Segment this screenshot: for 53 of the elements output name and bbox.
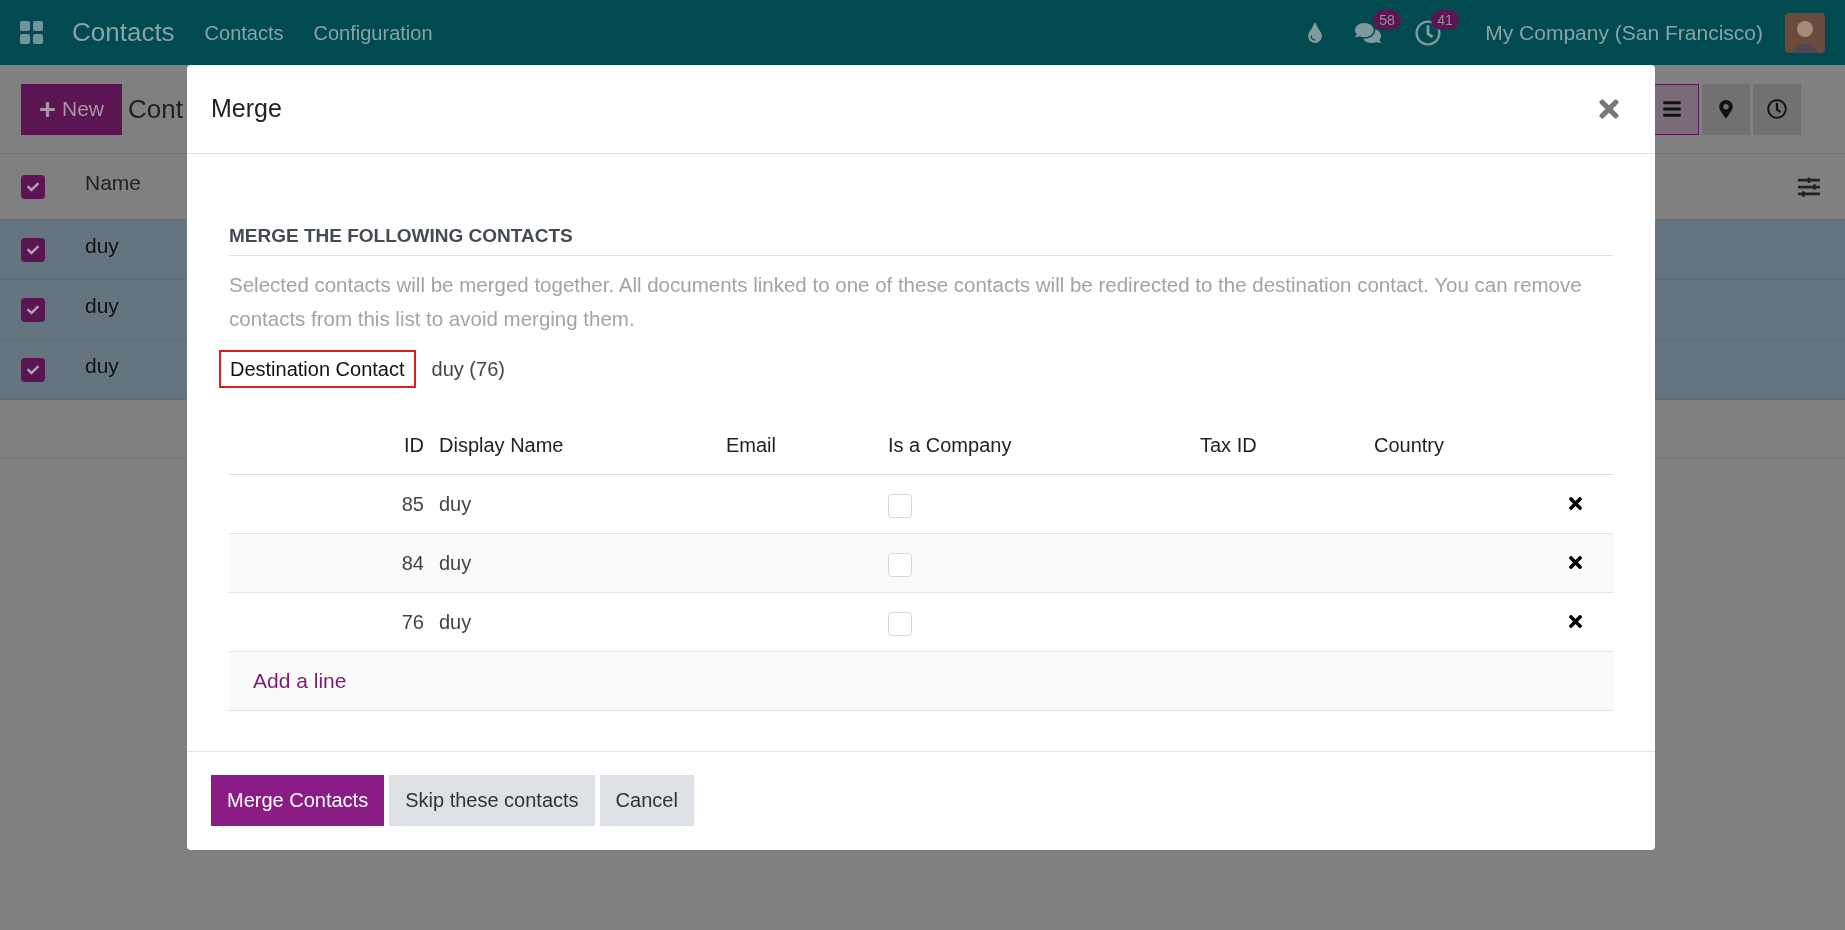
checkbox[interactable]	[21, 297, 45, 322]
avatar[interactable]	[1785, 12, 1825, 53]
breadcrumb: Cont	[128, 92, 183, 126]
notification-badge: 58	[1373, 9, 1401, 30]
plus-icon	[39, 100, 56, 118]
contact-name: duy	[85, 232, 119, 259]
column-header[interactable]: Name	[85, 166, 142, 199]
checkbox[interactable]	[21, 174, 45, 199]
dialog-title: Merge	[211, 93, 282, 125]
dialog-button[interactable]: Cancel	[599, 774, 694, 826]
section-title: MERGE THE FOLLOWING CONTACTS	[229, 222, 1613, 256]
checkbox[interactable]	[888, 611, 912, 636]
table-cell-text: duy	[438, 491, 473, 517]
dialog-button[interactable]: Skip these contacts	[389, 774, 595, 826]
app-title[interactable]: Contacts	[72, 13, 175, 52]
apps-icon[interactable]	[20, 20, 44, 45]
table-cell-text: 76	[400, 609, 425, 635]
contact-name: duy	[85, 292, 119, 319]
contact-name: duy	[85, 352, 119, 379]
column-header[interactable]: Tax ID	[1193, 429, 1367, 460]
check-icon	[27, 363, 39, 376]
check-icon	[27, 303, 39, 316]
table-cell-text: duy	[438, 609, 473, 635]
checkbox[interactable]	[21, 357, 45, 382]
column-header[interactable]: ID	[229, 429, 432, 460]
list-icon	[1661, 99, 1682, 119]
table-cell-text: duy	[438, 550, 473, 576]
check-icon	[27, 243, 39, 256]
description: Selected contacts will be merged together. All documents linked to one of these contacts will be redirected to the destination contact. You can remove contacts from this list to avoid merging them.	[229, 271, 1583, 332]
add-line-link[interactable]: Add a line	[253, 664, 347, 697]
checkbox[interactable]	[888, 493, 912, 518]
map-pin-icon	[1717, 100, 1735, 118]
field-value: duy (76)	[431, 356, 505, 382]
dialog-button[interactable]: Merge Contacts	[211, 774, 385, 826]
check-icon	[27, 180, 39, 193]
view-switch-button[interactable]	[1753, 83, 1801, 135]
menu-item[interactable]: Contacts	[204, 17, 284, 48]
checkbox[interactable]	[888, 552, 912, 577]
column-header[interactable]: Country	[1367, 429, 1529, 460]
new-button[interactable]: New	[21, 83, 122, 135]
settings-sliders-icon[interactable]	[1798, 175, 1820, 198]
field-label: Destination Contact	[219, 349, 416, 388]
table-cell-text: 85	[400, 491, 425, 517]
menu-item[interactable]: Configuration	[313, 17, 433, 48]
view-switch-button[interactable]	[1702, 83, 1750, 135]
notification-badge: 41	[1431, 9, 1459, 30]
column-header[interactable]: Display Name	[432, 429, 719, 460]
clock-icon	[1767, 99, 1787, 119]
table-cell-text: 84	[400, 550, 425, 576]
company-switcher[interactable]: My Company (San Francisco)	[1485, 16, 1763, 49]
column-header[interactable]: Is a Company	[881, 429, 1193, 460]
checkbox[interactable]	[21, 237, 45, 262]
column-header[interactable]: Email	[719, 429, 881, 460]
